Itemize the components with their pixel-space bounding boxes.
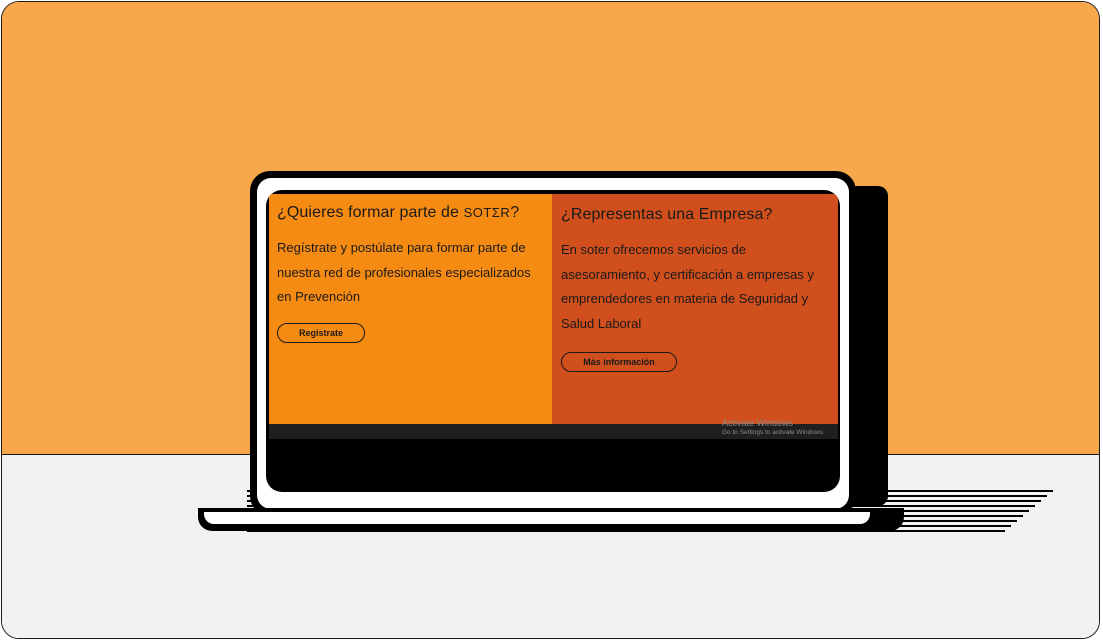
company-title: ¿Representas una Empresa? xyxy=(561,206,773,223)
join-title: ¿Quieres formar parte de SOTΣR? xyxy=(277,204,544,222)
soter-brand: SOTΣR xyxy=(463,205,511,220)
join-title-text: ¿Quieres formar parte de xyxy=(277,204,460,221)
company-description: En soter ofrecemos servicios de asesoram… xyxy=(561,242,814,331)
join-panel: ¿Quieres formar parte de SOTΣR? Regístra… xyxy=(269,194,552,424)
watermark-title: Activate Windows xyxy=(722,418,794,428)
watermark-subtitle: Go to Settings to activate Windows. xyxy=(722,429,825,436)
laptop-shadow xyxy=(854,186,888,506)
company-panel: ¿Representas una Empresa? En soter ofrec… xyxy=(552,194,838,424)
join-title-suffix: ? xyxy=(510,204,520,221)
activate-windows-watermark: Activate Windows Go to Settings to activ… xyxy=(722,418,825,438)
register-button[interactable]: Registrate xyxy=(277,322,365,343)
join-description: Regístrate y postúlate para formar parte… xyxy=(277,240,531,304)
laptop-screen: ¿Quieres formar parte de SOTΣR? Regístra… xyxy=(266,190,840,492)
more-info-button[interactable]: Más información xyxy=(561,352,677,372)
laptop-base-top xyxy=(204,512,870,524)
